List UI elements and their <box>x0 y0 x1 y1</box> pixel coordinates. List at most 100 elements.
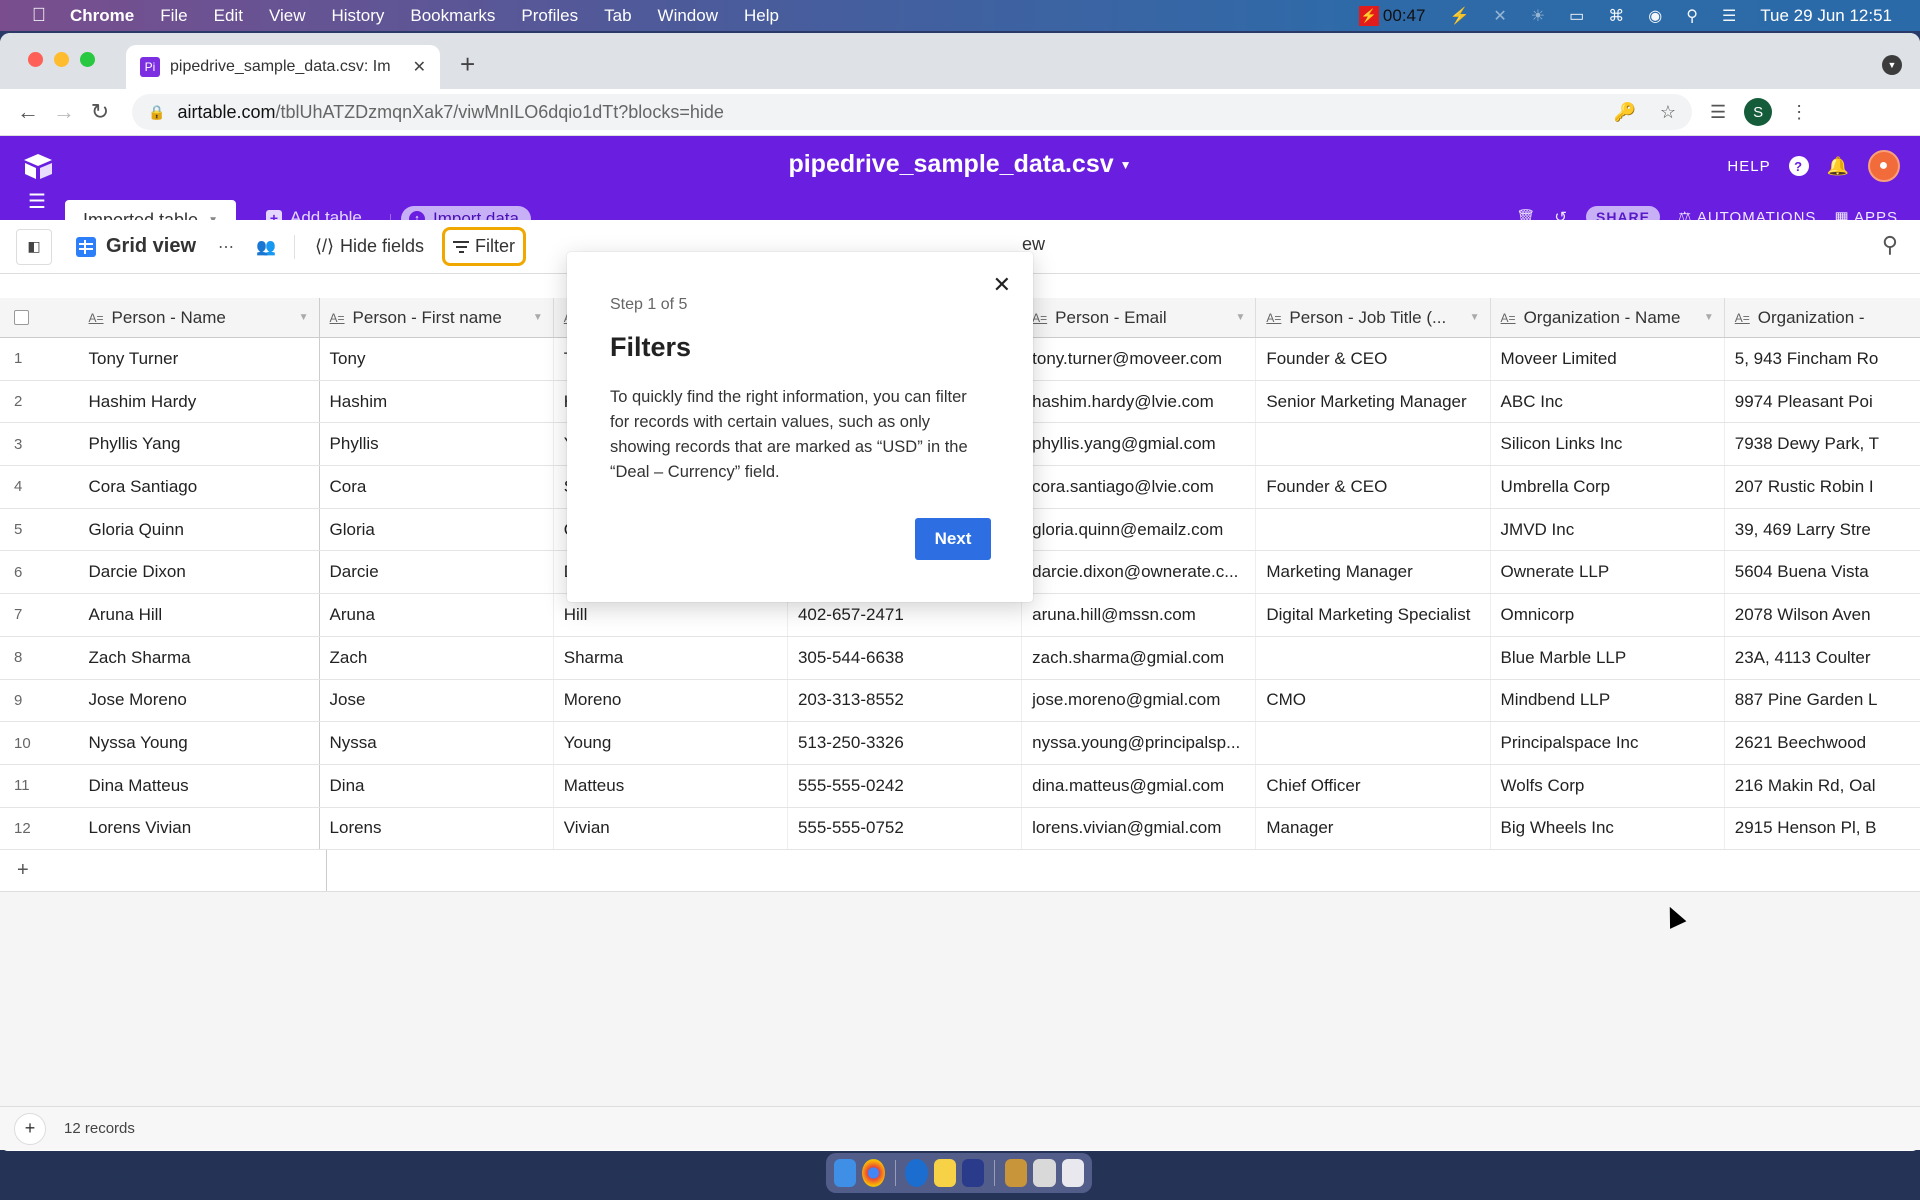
cell-email[interactable]: gloria.quinn@emailz.com <box>1022 508 1257 551</box>
menu-file[interactable]: File <box>160 6 187 26</box>
filter-button[interactable]: Filter <box>442 227 527 266</box>
chrome-menu-icon[interactable]: ⋮ <box>1790 102 1808 123</box>
cell-phone[interactable]: 555-555-0242 <box>788 764 1023 807</box>
table-row[interactable]: 10 Nyssa Young Nyssa Young 513-250-3326 nyssa… <box>0 722 1920 765</box>
column-header-email[interactable]: A= Person - Email ▼ <box>1022 298 1257 337</box>
cell-org-address[interactable]: 5, 943 Fincham Ro <box>1725 338 1920 380</box>
column-menu-caret-icon[interactable]: ▼ <box>1470 312 1480 323</box>
user-avatar[interactable]: ● <box>1868 150 1900 182</box>
password-key-icon[interactable]: 🔑 <box>1613 102 1635 123</box>
reload-icon[interactable]: ↻ <box>82 99 118 125</box>
column-menu-caret-icon[interactable]: ▼ <box>1704 312 1714 323</box>
chrome-icon[interactable] <box>862 1159 885 1187</box>
cell-org-address[interactable]: 5604 Buena Vista <box>1725 551 1920 593</box>
cell-org-address[interactable]: 7938 Dewy Park, T <box>1725 423 1920 465</box>
bolt-icon[interactable]: ⚡ <box>1449 6 1469 26</box>
table-row[interactable]: 8 Zach Sharma Zach Sharma 305-544-6638 zach.s… <box>0 636 1920 680</box>
help-question-icon[interactable]: ? <box>1788 156 1809 176</box>
address-bar[interactable]: 🔒 airtable.com /tblUhATZDzmqnXak7/viwMnI… <box>132 94 1692 130</box>
notes-icon[interactable] <box>933 1159 956 1187</box>
base-title[interactable]: pipedrive_sample_data.csv ▼ <box>0 150 1920 179</box>
view-switcher[interactable]: Grid view <box>76 235 196 258</box>
cell-org-name[interactable]: Wolfs Corp <box>1491 764 1725 807</box>
cell-email[interactable]: hashim.hardy@lvie.com <box>1022 380 1257 423</box>
cell-org-address[interactable]: 2915 Henson Pl, B <box>1725 808 1920 850</box>
cell-last-name[interactable]: Moreno <box>554 679 788 722</box>
cell-person-name[interactable]: Lorens Vivian <box>79 807 320 850</box>
more-options-icon[interactable]: ⋯ <box>218 237 234 257</box>
cell-job-title[interactable]: Manager <box>1256 807 1491 850</box>
menu-chrome[interactable]: Chrome <box>70 6 134 26</box>
cell-org-name[interactable]: ABC Inc <box>1491 380 1725 423</box>
cell-phone[interactable]: 555-555-0752 <box>788 807 1023 850</box>
menu-help[interactable]: Help <box>744 6 779 26</box>
cell-email[interactable]: dina.matteus@gmial.com <box>1022 764 1257 807</box>
cell-org-address[interactable]: 39, 469 Larry Stre <box>1725 509 1920 551</box>
column-header-person-name[interactable]: A= Person - Name ▼ <box>79 298 320 337</box>
cell-job-title[interactable] <box>1256 722 1491 764</box>
cell-email[interactable]: phyllis.yang@gmial.com <box>1022 423 1257 466</box>
cell-org-name[interactable]: Principalspace Inc <box>1491 722 1725 764</box>
trash-bin-icon[interactable] <box>1061 1159 1084 1187</box>
cell-first-name[interactable]: Aruna <box>320 594 554 636</box>
add-record-row[interactable]: + <box>0 850 1920 893</box>
cell-person-name[interactable]: Aruna Hill <box>79 594 320 636</box>
archive-icon[interactable] <box>1005 1159 1028 1187</box>
menubar-clock[interactable]: Tue 29 Jun 12:51 <box>1760 6 1892 26</box>
cell-person-name[interactable]: Nyssa Young <box>79 722 320 764</box>
cell-first-name[interactable]: Zach <box>320 636 554 679</box>
sidebar-toggle-icon[interactable]: ◧ <box>16 228 52 265</box>
fullscreen-window-button[interactable] <box>80 52 95 67</box>
column-header-org-name[interactable]: A= Organization - Name ▼ <box>1491 298 1725 337</box>
select-all-checkbox[interactable] <box>14 310 29 325</box>
cell-org-address[interactable]: 207 Rustic Robin I <box>1725 466 1920 508</box>
cell-org-name[interactable]: Blue Marble LLP <box>1491 636 1725 679</box>
cell-org-name[interactable]: Silicon Links Inc <box>1491 423 1725 466</box>
cell-phone[interactable]: 203-313-8552 <box>788 679 1023 722</box>
cell-first-name[interactable]: Gloria <box>320 508 554 551</box>
cell-person-name[interactable]: Darcie Dixon <box>79 551 320 594</box>
cell-org-name[interactable]: JMVD Inc <box>1491 508 1725 551</box>
cell-email[interactable]: cora.santiago@lvie.com <box>1022 466 1257 508</box>
cell-email[interactable]: lorens.vivian@gmial.com <box>1022 807 1257 850</box>
cell-job-title[interactable]: CMO <box>1256 679 1491 722</box>
cell-person-name[interactable]: Hashim Hardy <box>79 380 320 423</box>
add-record-button[interactable]: + <box>14 1112 46 1145</box>
reeder-icon[interactable] <box>961 1159 985 1187</box>
cell-first-name[interactable]: Jose <box>320 679 554 722</box>
lock-icon[interactable]: 🔒 <box>148 104 165 121</box>
table-row[interactable]: 9 Jose Moreno Jose Moreno 203-313-8552 jose.m… <box>0 679 1920 723</box>
cell-job-title[interactable]: Chief Officer <box>1256 764 1491 807</box>
close-tab-icon[interactable]: ✕ <box>413 57 426 77</box>
menu-bookmarks[interactable]: Bookmarks <box>410 6 495 26</box>
1password-icon[interactable] <box>905 1159 928 1187</box>
cell-job-title[interactable]: Founder & CEO <box>1256 338 1491 380</box>
collaborators-icon[interactable]: 👥 <box>256 237 276 257</box>
cell-last-name[interactable]: Sharma <box>554 636 788 679</box>
tour-next-button[interactable]: Next <box>915 518 991 560</box>
cell-job-title[interactable]: Founder & CEO <box>1256 466 1491 508</box>
forward-arrow-icon[interactable]: → <box>46 99 82 125</box>
cell-first-name[interactable]: Nyssa <box>320 722 554 764</box>
back-arrow-icon[interactable]: ← <box>10 99 46 125</box>
cell-org-address[interactable]: 23A, 4113 Coulter <box>1725 637 1920 679</box>
bookmark-star-icon[interactable]: ☆ <box>1660 102 1676 123</box>
spotlight-search-icon[interactable]: ⚲ <box>1686 6 1698 26</box>
recording-indicator[interactable]: ⚡ 00:47 <box>1358 5 1425 26</box>
cell-person-name[interactable]: Gloria Quinn <box>79 508 320 551</box>
tab-search-icon[interactable]: ▼ <box>1882 55 1902 75</box>
cell-first-name[interactable]: Hashim <box>320 380 554 423</box>
cell-job-title[interactable] <box>1256 508 1491 551</box>
cell-email[interactable]: nyssa.young@principalsp... <box>1022 722 1257 764</box>
new-tab-button[interactable]: + <box>460 49 475 80</box>
cell-job-title[interactable]: Digital Marketing Specialist <box>1256 594 1491 636</box>
menu-history[interactable]: History <box>331 6 384 26</box>
table-row[interactable]: 12 Lorens Vivian Lorens Vivian 555-555-0752 l… <box>0 807 1920 851</box>
cell-first-name[interactable]: Lorens <box>320 807 554 850</box>
media-control-icon[interactable]: ☰ <box>1710 102 1726 123</box>
cell-email[interactable]: aruna.hill@mssn.com <box>1022 594 1257 636</box>
brightness-icon[interactable]: ☀ <box>1531 6 1545 26</box>
cell-org-name[interactable]: Big Wheels Inc <box>1491 807 1725 850</box>
hide-fields-button[interactable]: ⟨/⟩ Hide fields <box>307 230 432 263</box>
cell-job-title[interactable] <box>1256 636 1491 679</box>
